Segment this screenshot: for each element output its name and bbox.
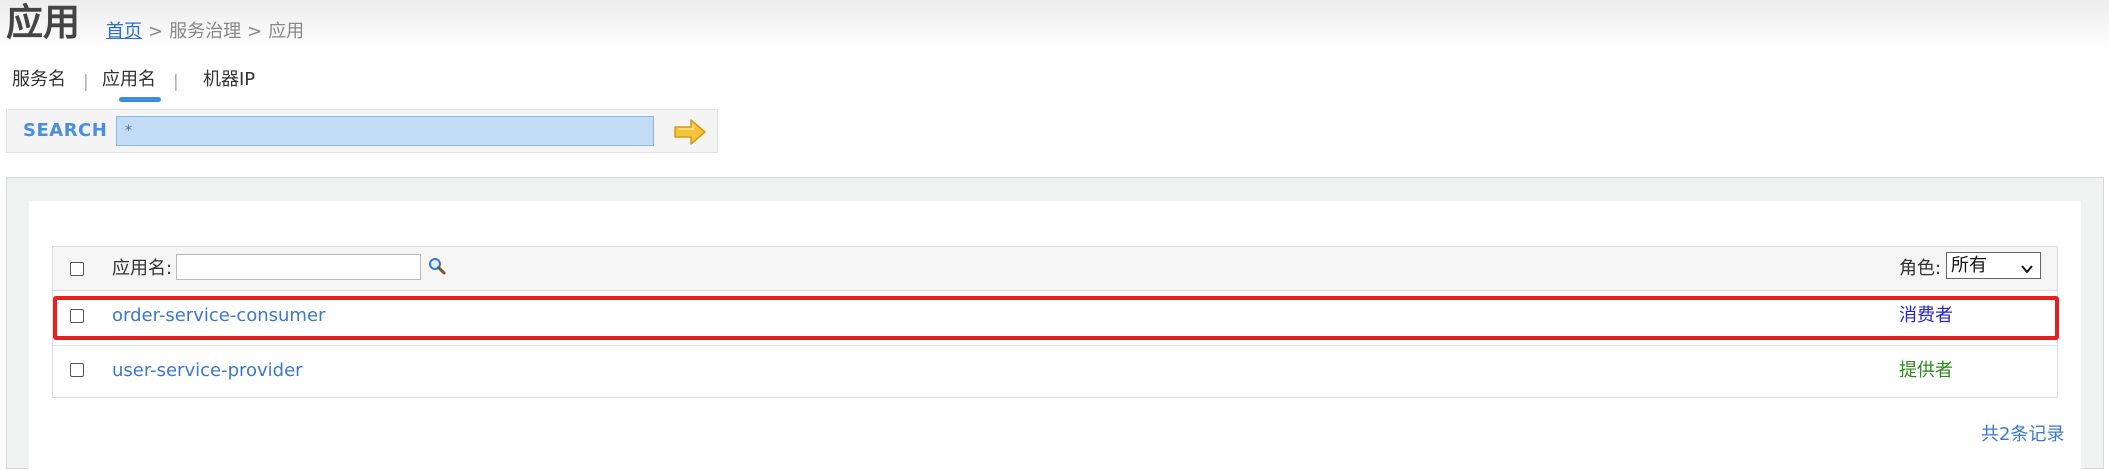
magnifier-icon[interactable] [427,256,447,276]
content-panel: 应用名: 角色: 所有 order-service-consumer 消费者 u… [6,177,2104,470]
breadcrumb-section: 服务治理 [169,21,242,42]
search-input[interactable] [116,116,654,146]
select-all-checkbox[interactable] [70,262,84,276]
tab-application-name[interactable]: 应用名 [102,68,156,92]
application-name-link[interactable]: order-service-consumer [112,304,325,328]
search-label: SEARCH [23,120,108,141]
breadcrumb-current: 应用 [268,21,305,42]
role-filter-select[interactable]: 所有 [1946,252,2041,279]
breadcrumb-separator: > [247,21,263,42]
application-table: 应用名: 角色: 所有 order-service-consumer 消费者 u… [52,246,2059,398]
role-value: 提供者 [1899,360,1953,381]
table-row: user-service-provider 提供者 [53,345,2057,397]
top-header-bar: 应用 首页 > 服务治理 > 应用 [0,0,2109,52]
chevron-down-icon [2020,258,2034,274]
role-value: 消费者 [1899,305,1953,326]
row-checkbox[interactable] [70,363,84,377]
app-name-column-label: 应用名: [112,258,173,279]
active-tab-indicator [119,97,161,102]
row-checkbox[interactable] [70,309,84,323]
table-row: order-service-consumer 消费者 [53,294,2057,340]
tab-divider: | [83,72,89,92]
breadcrumb-home-link[interactable]: 首页 [106,21,142,42]
breadcrumb-separator: > [148,21,164,42]
role-filter-label: 角色: [1899,258,1942,279]
table-header-row: 应用名: 角色: 所有 [53,247,2057,291]
tab-divider: | [173,72,179,92]
breadcrumb: 首页 > 服务治理 > 应用 [106,20,304,44]
app-name-filter-input[interactable] [176,254,421,280]
application-name-link[interactable]: user-service-provider [112,359,303,383]
search-bar: SEARCH [6,109,718,153]
role-filter-selected-value: 所有 [1951,255,1987,276]
page-title: 应用 [6,1,80,44]
tab-machine-ip[interactable]: 机器IP [203,68,255,92]
arrow-right-icon[interactable] [673,118,707,146]
content-inner: 应用名: 角色: 所有 order-service-consumer 消费者 u… [29,201,2081,470]
tab-service-name[interactable]: 服务名 [12,68,66,92]
record-count: 共2条记录 [1981,424,2065,445]
